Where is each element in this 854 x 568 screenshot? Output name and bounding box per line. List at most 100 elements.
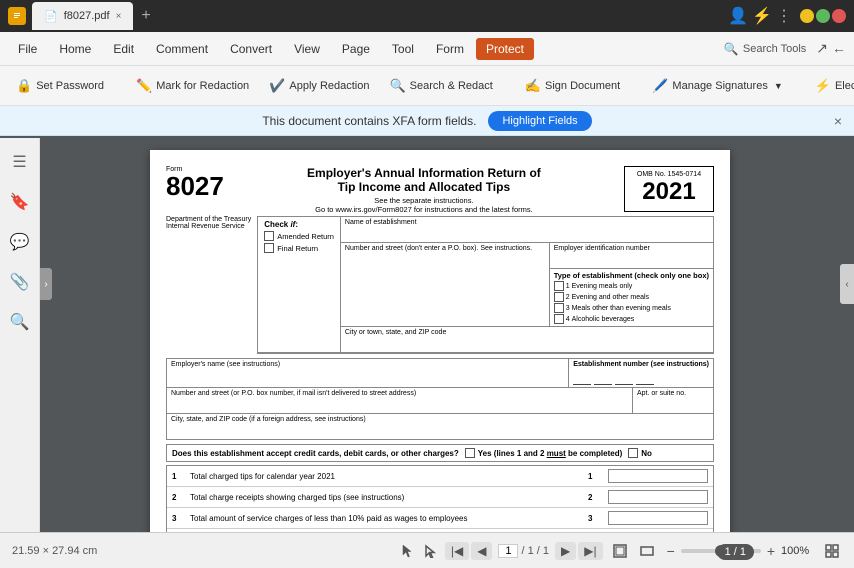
row-1-value[interactable] bbox=[608, 469, 708, 483]
lock-icon: 🔒 bbox=[16, 78, 32, 94]
dept-area: Department of the Treasury Internal Reve… bbox=[166, 216, 714, 354]
charges-no-checkbox[interactable] bbox=[628, 448, 638, 458]
menu-bar: File Home Edit Comment Convert View Page… bbox=[0, 32, 854, 66]
apt-field[interactable] bbox=[637, 397, 709, 411]
menu-form[interactable]: Form bbox=[426, 38, 474, 60]
first-page-btn[interactable]: |◀ bbox=[445, 542, 469, 560]
left-sidebar: ☰ 🔖 💬 📎 🔍 bbox=[0, 138, 40, 568]
signatures-dropdown-arrow: ▼ bbox=[774, 81, 783, 91]
fit-view-btn[interactable] bbox=[822, 541, 842, 561]
last-page-btn[interactable]: ▶| bbox=[578, 542, 602, 560]
sidebar-comment-icon[interactable]: 💬 bbox=[4, 226, 36, 258]
sync-icon[interactable]: ⚡ bbox=[752, 6, 772, 26]
charges-yes-checkbox[interactable] bbox=[465, 448, 475, 458]
amended-checkbox[interactable] bbox=[264, 231, 274, 241]
city-label: City or town, state, and ZIP code bbox=[345, 329, 709, 336]
row-3-label: Total amount of service charges of less … bbox=[190, 514, 588, 523]
menu-page[interactable]: Page bbox=[332, 38, 380, 60]
menu-view[interactable]: View bbox=[284, 38, 330, 60]
pdf-tab[interactable]: 📄 f8027.pdf × bbox=[32, 2, 133, 30]
menu-edit[interactable]: Edit bbox=[103, 38, 144, 60]
zoom-value: 100% bbox=[781, 545, 816, 557]
menu-search-area: 🔍 Search Tools bbox=[724, 42, 806, 56]
menu-home[interactable]: Home bbox=[49, 38, 101, 60]
est-num-box-4[interactable] bbox=[636, 371, 654, 385]
select-tool[interactable] bbox=[421, 541, 441, 561]
menu-file[interactable]: File bbox=[8, 38, 47, 60]
electronic-btn[interactable]: ⚡ Electro... bbox=[807, 74, 854, 98]
city-state-field[interactable] bbox=[171, 423, 709, 437]
pdf-tab-icon: 📄 bbox=[44, 10, 58, 23]
final-checkbox[interactable] bbox=[264, 243, 274, 253]
tab-close-btn[interactable]: × bbox=[116, 11, 122, 22]
type-check-4[interactable] bbox=[554, 314, 564, 324]
sidebar-nav-icon[interactable]: ☰ bbox=[6, 146, 32, 178]
prev-page-btn[interactable]: ◀ bbox=[471, 542, 492, 560]
highlight-fields-btn[interactable]: Highlight Fields bbox=[488, 111, 591, 131]
year-display: 2021 bbox=[633, 178, 705, 207]
mark-redaction-btn[interactable]: ✏️ Mark for Redaction bbox=[128, 74, 257, 98]
menu-comment[interactable]: Comment bbox=[146, 38, 218, 60]
apply-redaction-btn[interactable]: ✔️ Apply Redaction bbox=[261, 74, 377, 98]
type-check-1[interactable] bbox=[554, 281, 564, 291]
notification-close-btn[interactable]: × bbox=[834, 113, 842, 129]
row-2-value[interactable] bbox=[608, 490, 708, 504]
close-btn[interactable] bbox=[832, 9, 846, 23]
form-subtitle2: Go to www.irs.gov/Form8027 for instructi… bbox=[230, 205, 618, 214]
employer-street-field[interactable] bbox=[171, 397, 628, 411]
type-label-3: Meals other than evening meals bbox=[572, 305, 671, 312]
page-input[interactable] bbox=[498, 544, 518, 558]
pdf-tab-label: f8027.pdf bbox=[64, 10, 110, 22]
est-num-box-3[interactable] bbox=[615, 371, 633, 385]
share-icon[interactable]: ↗ bbox=[816, 40, 828, 57]
next-page-btn[interactable]: ▶ bbox=[555, 542, 576, 560]
establishment-name-field[interactable] bbox=[345, 226, 709, 240]
form-number: 8027 bbox=[166, 173, 224, 199]
fit-page-btn[interactable] bbox=[610, 541, 630, 561]
menu-protect[interactable]: Protect bbox=[476, 38, 534, 60]
city-field[interactable] bbox=[345, 336, 709, 350]
manage-signatures-btn[interactable]: 🖊️ Manage Signatures ▼ bbox=[644, 74, 791, 98]
est-num-box-1[interactable] bbox=[573, 371, 591, 385]
street-field[interactable] bbox=[345, 252, 545, 266]
menu-tool[interactable]: Tool bbox=[382, 38, 424, 60]
profile-icon[interactable]: 👤 bbox=[728, 6, 748, 26]
sign-document-btn[interactable]: ✍️ Sign Document bbox=[517, 74, 628, 98]
dept-label: Department of the Treasury bbox=[166, 216, 251, 223]
left-panel-toggle[interactable]: › bbox=[40, 268, 52, 300]
minimize-btn[interactable] bbox=[800, 9, 814, 23]
employer-street-label: Number and street (or P.O. box number, i… bbox=[171, 390, 628, 397]
tab-add-btn[interactable]: + bbox=[135, 7, 156, 25]
fit-width-btn[interactable] bbox=[637, 541, 657, 561]
more-icon[interactable]: ⋮ bbox=[776, 6, 792, 26]
menu-convert[interactable]: Convert bbox=[220, 38, 282, 60]
omb-box: OMB No. 1545-0714 2021 bbox=[624, 166, 714, 212]
row-3-num: 3 bbox=[172, 514, 190, 523]
type-check-3[interactable] bbox=[554, 303, 564, 313]
employer-name-field[interactable] bbox=[171, 368, 564, 382]
charges-row: Does this establishment accept credit ca… bbox=[166, 444, 714, 462]
status-center: |◀ ◀ / 1 / 1 ▶ ▶| bbox=[397, 541, 657, 561]
zoom-in-btn[interactable]: + bbox=[765, 543, 777, 559]
sidebar-attachment-icon[interactable]: 📎 bbox=[4, 266, 36, 298]
zoom-out-btn[interactable]: − bbox=[665, 543, 677, 559]
row-3-value[interactable] bbox=[608, 511, 708, 525]
sidebar-bookmark-icon[interactable]: 🔖 bbox=[4, 186, 36, 218]
type-check-2[interactable] bbox=[554, 292, 564, 302]
amended-label: Amended Return bbox=[277, 232, 334, 241]
pointer-tool[interactable] bbox=[397, 541, 417, 561]
sidebar-search-icon[interactable]: 🔍 bbox=[4, 306, 36, 338]
employer-id-field[interactable] bbox=[554, 252, 709, 266]
est-num-box-2[interactable] bbox=[594, 371, 612, 385]
name-id-area: Name of establishment Number and street … bbox=[341, 217, 713, 352]
set-password-btn[interactable]: 🔒 Set Password bbox=[8, 74, 112, 98]
maximize-btn[interactable] bbox=[816, 9, 830, 23]
back-icon[interactable]: ← bbox=[832, 40, 846, 57]
employer-street-area: Number and street (or P.O. box number, i… bbox=[167, 388, 633, 413]
right-panel-toggle[interactable]: ‹ bbox=[840, 264, 854, 304]
title-bar: 📄 f8027.pdf × + 👤 ⚡ ⋮ bbox=[0, 0, 854, 32]
protect-toolbar: 🔒 Set Password ✏️ Mark for Redaction ✔️ … bbox=[0, 66, 854, 106]
omb-label: OMB No. 1545-0714 bbox=[633, 171, 705, 178]
search-redact-btn[interactable]: 🔍 Search & Redact bbox=[381, 74, 500, 98]
type-label-4: Alcoholic beverages bbox=[572, 316, 635, 323]
